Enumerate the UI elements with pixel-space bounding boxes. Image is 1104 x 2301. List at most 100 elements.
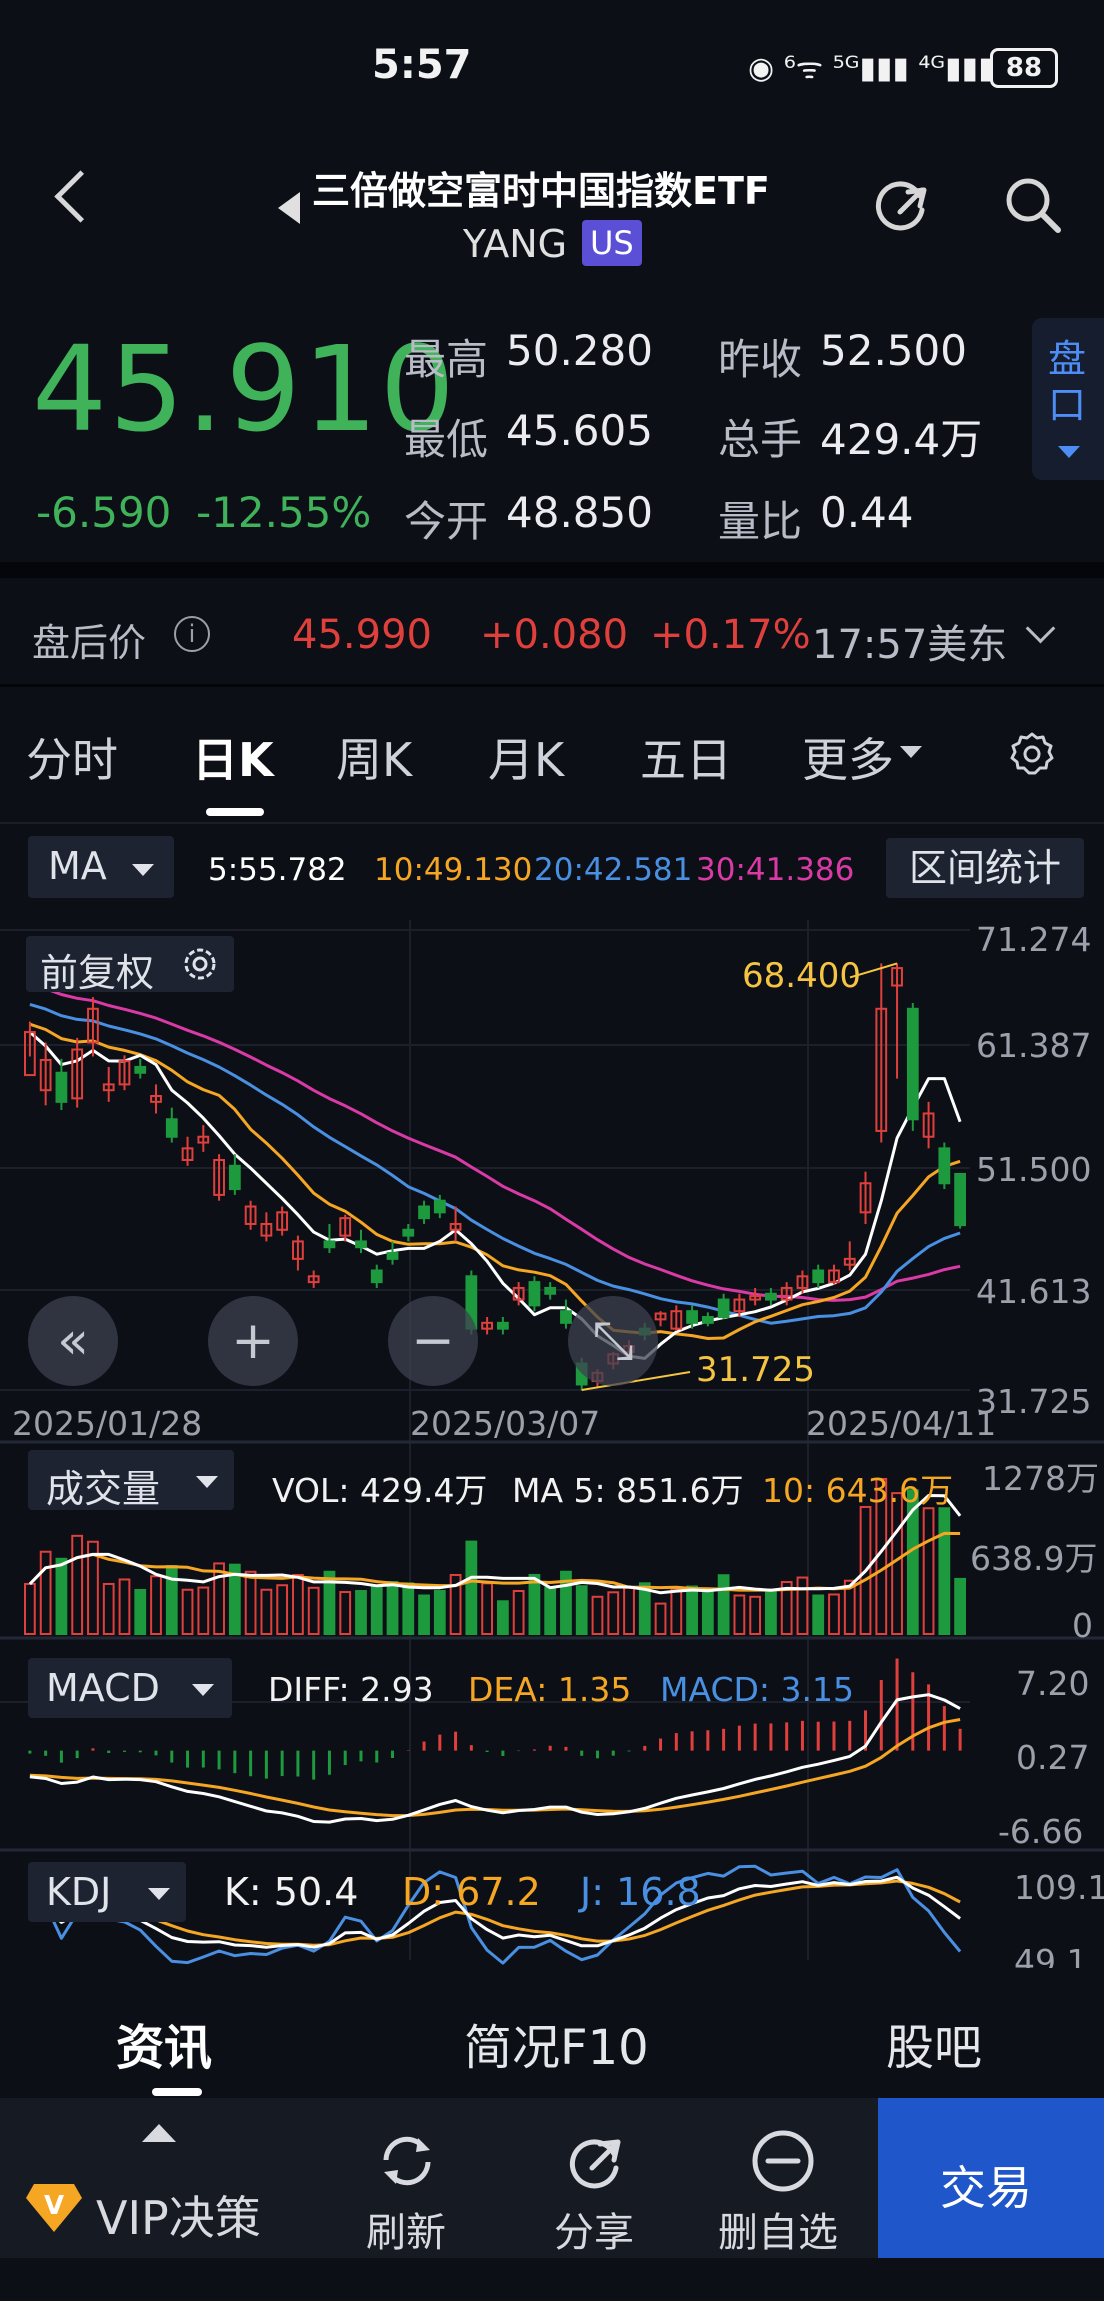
low-annotation: 31.725 — [696, 1350, 815, 1390]
volume-bar — [197, 1586, 210, 1635]
minus-icon: − — [411, 1311, 455, 1371]
volume-bar — [496, 1600, 509, 1635]
volume-bar — [370, 1585, 383, 1636]
info-icon[interactable]: i — [174, 616, 210, 652]
tab-weekly-k[interactable]: 周K — [336, 724, 412, 790]
refresh-icon[interactable] — [372, 2126, 442, 2196]
volume-bar — [623, 1586, 635, 1635]
macd-diff: DIFF: 2.93 — [268, 1670, 434, 1709]
ma30-line — [29, 982, 961, 1302]
share-icon[interactable] — [560, 2126, 630, 2196]
vol-ratio-value: 0.44 — [820, 488, 914, 537]
divider — [0, 822, 1104, 824]
remove-watchlist-button[interactable]: 删自选 — [718, 2200, 838, 2258]
prev-stock-arrow-icon[interactable] — [278, 192, 300, 224]
search-icon[interactable] — [1000, 172, 1064, 236]
page-title: 三倍做空富时中国指数ETF — [312, 169, 770, 213]
volume-bar — [418, 1594, 430, 1635]
tab-five-day[interactable]: 五日 — [640, 724, 732, 790]
volume-bar — [181, 1588, 194, 1636]
candle-body — [701, 1316, 714, 1324]
volume-bar — [938, 1507, 951, 1636]
volume-bar — [23, 1582, 36, 1636]
volume-bar — [591, 1595, 604, 1635]
ma30-value: 30:41.386 — [696, 852, 855, 888]
candle-body — [402, 1228, 415, 1237]
gear-icon[interactable] — [1008, 730, 1056, 778]
volume-bar — [575, 1585, 588, 1636]
volume-bar — [118, 1578, 131, 1636]
tab-forum[interactable]: 股吧 — [886, 2008, 982, 2078]
back-arrow-icon[interactable] — [54, 170, 107, 223]
candle-body — [528, 1281, 541, 1307]
volume-bar — [307, 1586, 320, 1635]
remove-watchlist-icon[interactable] — [748, 2126, 818, 2196]
volume-bar — [244, 1570, 257, 1636]
prev-close-label: 昨收 — [718, 335, 803, 384]
kdj-y-tick: 109.1 — [1014, 1868, 1104, 1907]
divider — [0, 562, 1104, 578]
after-hours-pct: +0.17% — [650, 612, 811, 658]
vol-y-tick: 638.9万 — [970, 1539, 1098, 1578]
share-button[interactable]: 分享 — [554, 2200, 634, 2258]
chevron-down-icon[interactable] — [1025, 613, 1056, 644]
vip-decision-button[interactable]: VIP决策 — [96, 2182, 261, 2248]
volume-bar — [276, 1584, 289, 1636]
candle-body — [496, 1321, 509, 1330]
battery-icon: 88 — [990, 48, 1058, 88]
candle-body — [55, 1071, 68, 1103]
volume-bar — [796, 1576, 809, 1636]
tab-intraday[interactable]: 分时 — [26, 724, 118, 790]
active-tab-indicator — [206, 808, 264, 816]
x-tick: 2025/01/28 — [12, 1404, 203, 1443]
candle-body — [134, 1065, 147, 1074]
candle-body — [938, 1147, 951, 1185]
refresh-button[interactable]: 刷新 — [366, 2200, 446, 2258]
zoom-out-button[interactable]: − — [388, 1296, 478, 1386]
zoom-in-button[interactable]: + — [208, 1296, 298, 1386]
prev-close-value: 52.500 — [820, 326, 967, 375]
volume-bar — [465, 1540, 478, 1636]
share-refresh-icon[interactable] — [870, 172, 934, 236]
volume-bar — [686, 1585, 698, 1636]
high-value: 50.280 — [506, 326, 653, 375]
volume-bar — [954, 1577, 967, 1636]
low-label: 最低 — [404, 415, 489, 464]
tab-more[interactable]: 更多 — [802, 724, 894, 790]
volume-bar — [670, 1587, 683, 1636]
candle-body — [386, 1252, 399, 1260]
y-tick: 71.274 — [976, 920, 1092, 959]
tab-f10[interactable]: 简况F10 — [464, 2008, 649, 2078]
price-change-pct: -12.55% — [196, 488, 372, 537]
kdj-caret-icon — [148, 1888, 170, 1900]
volume-bar — [544, 1586, 557, 1635]
macd-select-label: MACD — [46, 1666, 160, 1710]
candle-body — [812, 1269, 825, 1284]
more-caret-icon — [900, 746, 922, 758]
volume-bar — [922, 1507, 935, 1636]
tab-daily-k[interactable]: 日K — [192, 724, 274, 790]
tab-monthly-k[interactable]: 月K — [488, 724, 564, 790]
scroll-left-button[interactable]: « — [28, 1296, 118, 1386]
range-stats-button[interactable]: 区间统计 — [886, 838, 1084, 898]
volume-bar — [39, 1550, 52, 1635]
macd-dea: DEA: 1.35 — [468, 1670, 632, 1709]
price-change: -6.590 — [36, 488, 172, 537]
macd-y-tick: -6.66 — [998, 1812, 1084, 1851]
volume-bar — [213, 1562, 225, 1635]
ma5-line — [28, 1030, 962, 1360]
x-tick: 2025/04/11 — [806, 1404, 997, 1443]
vip-diamond-icon: V — [26, 2184, 82, 2232]
tab-news[interactable]: 资讯 — [116, 2008, 212, 2078]
candle-body — [355, 1240, 367, 1249]
volume-bar — [433, 1590, 446, 1635]
expand-up-icon[interactable] — [142, 2124, 176, 2142]
ma-lines — [28, 982, 962, 1360]
settings-small-icon[interactable] — [180, 944, 220, 984]
y-tick: 61.387 — [976, 1026, 1092, 1065]
fullscreen-button[interactable]: ⤡ — [568, 1296, 658, 1386]
candles — [23, 963, 967, 1391]
volume-bar — [512, 1590, 525, 1635]
adjust-mode-label: 前复权 — [40, 951, 155, 995]
market-badge: US — [582, 220, 642, 266]
